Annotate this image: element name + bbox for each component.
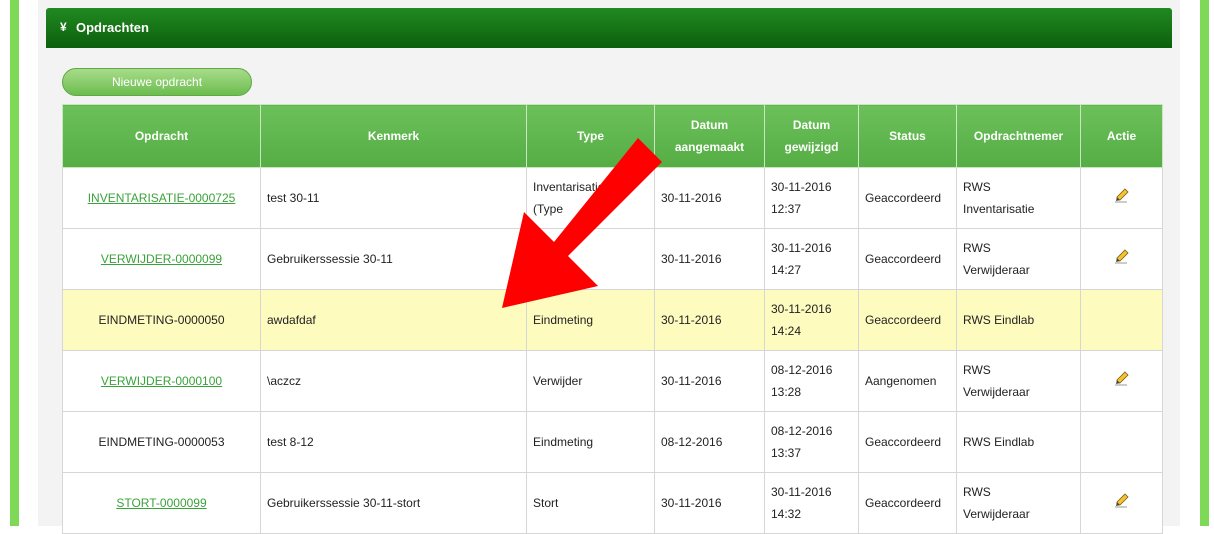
table-row[interactable]: EINDMETING-0000053 test 8-12 Eindmeting 08-…	[62, 411, 1163, 473]
cell-datum-gewijzigd: 30-11-2016 14:32	[764, 472, 859, 534]
column-header-datum-aangemaakt: Datum aangemaakt	[654, 104, 765, 168]
cell-type: Inventarisatie (Type	[526, 167, 655, 229]
column-header-kenmerk: Kenmerk	[260, 104, 527, 168]
pencil-icon[interactable]	[1114, 248, 1130, 264]
column-header-actie: Actie	[1080, 104, 1163, 168]
cell-actie	[1080, 289, 1163, 351]
cell-type: Eindmeting	[526, 289, 655, 351]
column-header-type: Type	[526, 104, 655, 168]
assignment-link[interactable]: VERWIJDER-0000100	[101, 374, 222, 388]
cell-status: Aangenomen	[858, 350, 957, 412]
cell-opdrachtnemer: RWS Eindlab	[956, 289, 1081, 351]
cell-actie[interactable]	[1080, 350, 1163, 412]
column-header-datum-gewijzigd: Datum gewijzigd	[764, 104, 859, 168]
cell-datum-gewijzigd: 30-11-2016 12:37	[764, 167, 859, 229]
cell-datum-gewijzigd: 30-11-2016 14:24	[764, 289, 859, 351]
table-header-row: Opdracht Kenmerk Type Datum aangemaakt Datum g…	[62, 104, 1163, 168]
cell-type	[526, 228, 655, 290]
cell-datum-aangemaakt: 30-11-2016	[654, 228, 765, 290]
cell-actie[interactable]	[1080, 167, 1163, 229]
assignments-table: Opdracht Kenmerk Type Datum aangemaakt Datum g…	[62, 104, 1163, 534]
pencil-icon[interactable]	[1114, 370, 1130, 386]
cell-actie[interactable]	[1080, 228, 1163, 290]
cell-datum-aangemaakt: 30-11-2016	[654, 289, 765, 351]
cell-datum-gewijzigd: 30-11-2016 14:27	[764, 228, 859, 290]
cell-datum-gewijzigd: 08-12-2016 13:37	[764, 411, 859, 473]
table-row[interactable]: EINDMETING-0000050 awdafdaf Eindmeting 30-1…	[62, 289, 1163, 351]
cell-datum-aangemaakt: 30-11-2016	[654, 472, 765, 534]
cell-kenmerk: Gebruikerssessie 30-11	[260, 228, 527, 290]
new-assignment-button[interactable]: Nieuwe opdracht	[62, 68, 252, 96]
cell-opdracht[interactable]: VERWIJDER-0000100	[62, 350, 261, 412]
left-side-bar	[10, 0, 19, 526]
cell-opdracht[interactable]: INVENTARISATIE-0000725	[62, 167, 261, 229]
cell-status: Geaccordeerd	[858, 411, 957, 473]
column-header-status: Status	[858, 104, 957, 168]
cell-opdrachtnemer: RWS Verwijderaar	[956, 228, 1081, 290]
collapse-chevron-icon[interactable]: ¥	[60, 20, 67, 34]
cell-opdrachtnemer: RWS Verwijderaar	[956, 350, 1081, 412]
cell-kenmerk: Gebruikerssessie 30-11-stort	[260, 472, 527, 534]
cell-opdrachtnemer: RWS Verwijderaar	[956, 472, 1081, 534]
cell-datum-gewijzigd: 08-12-2016 13:28	[764, 350, 859, 412]
cell-status: Geaccordeerd	[858, 472, 957, 534]
cell-datum-aangemaakt: 08-12-2016	[654, 411, 765, 473]
opdrachten-panel-header[interactable]: ¥ Opdrachten	[46, 8, 1172, 48]
cell-status: Geaccordeerd	[858, 167, 957, 229]
table-row[interactable]: VERWIJDER-0000100 \aczcz Verwijder 30-11-20…	[62, 350, 1163, 412]
cell-status: Geaccordeerd	[858, 289, 957, 351]
table-row[interactable]: STORT-0000099 Gebruikerssessie 30-11-stor…	[62, 472, 1163, 534]
cell-opdracht: EINDMETING-0000050	[62, 289, 261, 351]
right-side-bar	[1200, 0, 1209, 526]
assignment-link[interactable]: STORT-0000099	[116, 496, 206, 510]
cell-kenmerk: awdafdaf	[260, 289, 527, 351]
pencil-icon[interactable]	[1114, 187, 1130, 203]
cell-kenmerk: test 8-12	[260, 411, 527, 473]
cell-opdracht[interactable]: STORT-0000099	[62, 472, 261, 534]
assignment-link[interactable]: INVENTARISATIE-0000725	[88, 191, 236, 205]
table-row[interactable]: VERWIJDER-0000099 Gebruikerssessie 30-11 3…	[62, 228, 1163, 290]
column-header-opdrachtnemer: Opdrachtnemer	[956, 104, 1081, 168]
cell-opdracht[interactable]: VERWIJDER-0000099	[62, 228, 261, 290]
table-row[interactable]: INVENTARISATIE-0000725 test 30-11 Inventar…	[62, 167, 1163, 229]
panel-title: Opdrachten	[76, 20, 149, 35]
column-header-opdracht: Opdracht	[62, 104, 261, 168]
cell-datum-aangemaakt: 30-11-2016	[654, 350, 765, 412]
cell-actie	[1080, 411, 1163, 473]
pencil-icon[interactable]	[1114, 492, 1130, 508]
cell-opdrachtnemer: RWS Inventarisatie	[956, 167, 1081, 229]
cell-opdrachtnemer: RWS Eindlab	[956, 411, 1081, 473]
cell-status: Geaccordeerd	[858, 228, 957, 290]
cell-datum-aangemaakt: 30-11-2016	[654, 167, 765, 229]
cell-type: Eindmeting	[526, 411, 655, 473]
cell-opdracht: EINDMETING-0000053	[62, 411, 261, 473]
cell-type: Verwijder	[526, 350, 655, 412]
cell-kenmerk: \aczcz	[260, 350, 527, 412]
cell-actie[interactable]	[1080, 472, 1163, 534]
cell-type: Stort	[526, 472, 655, 534]
cell-kenmerk: test 30-11	[260, 167, 527, 229]
assignment-link[interactable]: VERWIJDER-0000099	[101, 252, 222, 266]
